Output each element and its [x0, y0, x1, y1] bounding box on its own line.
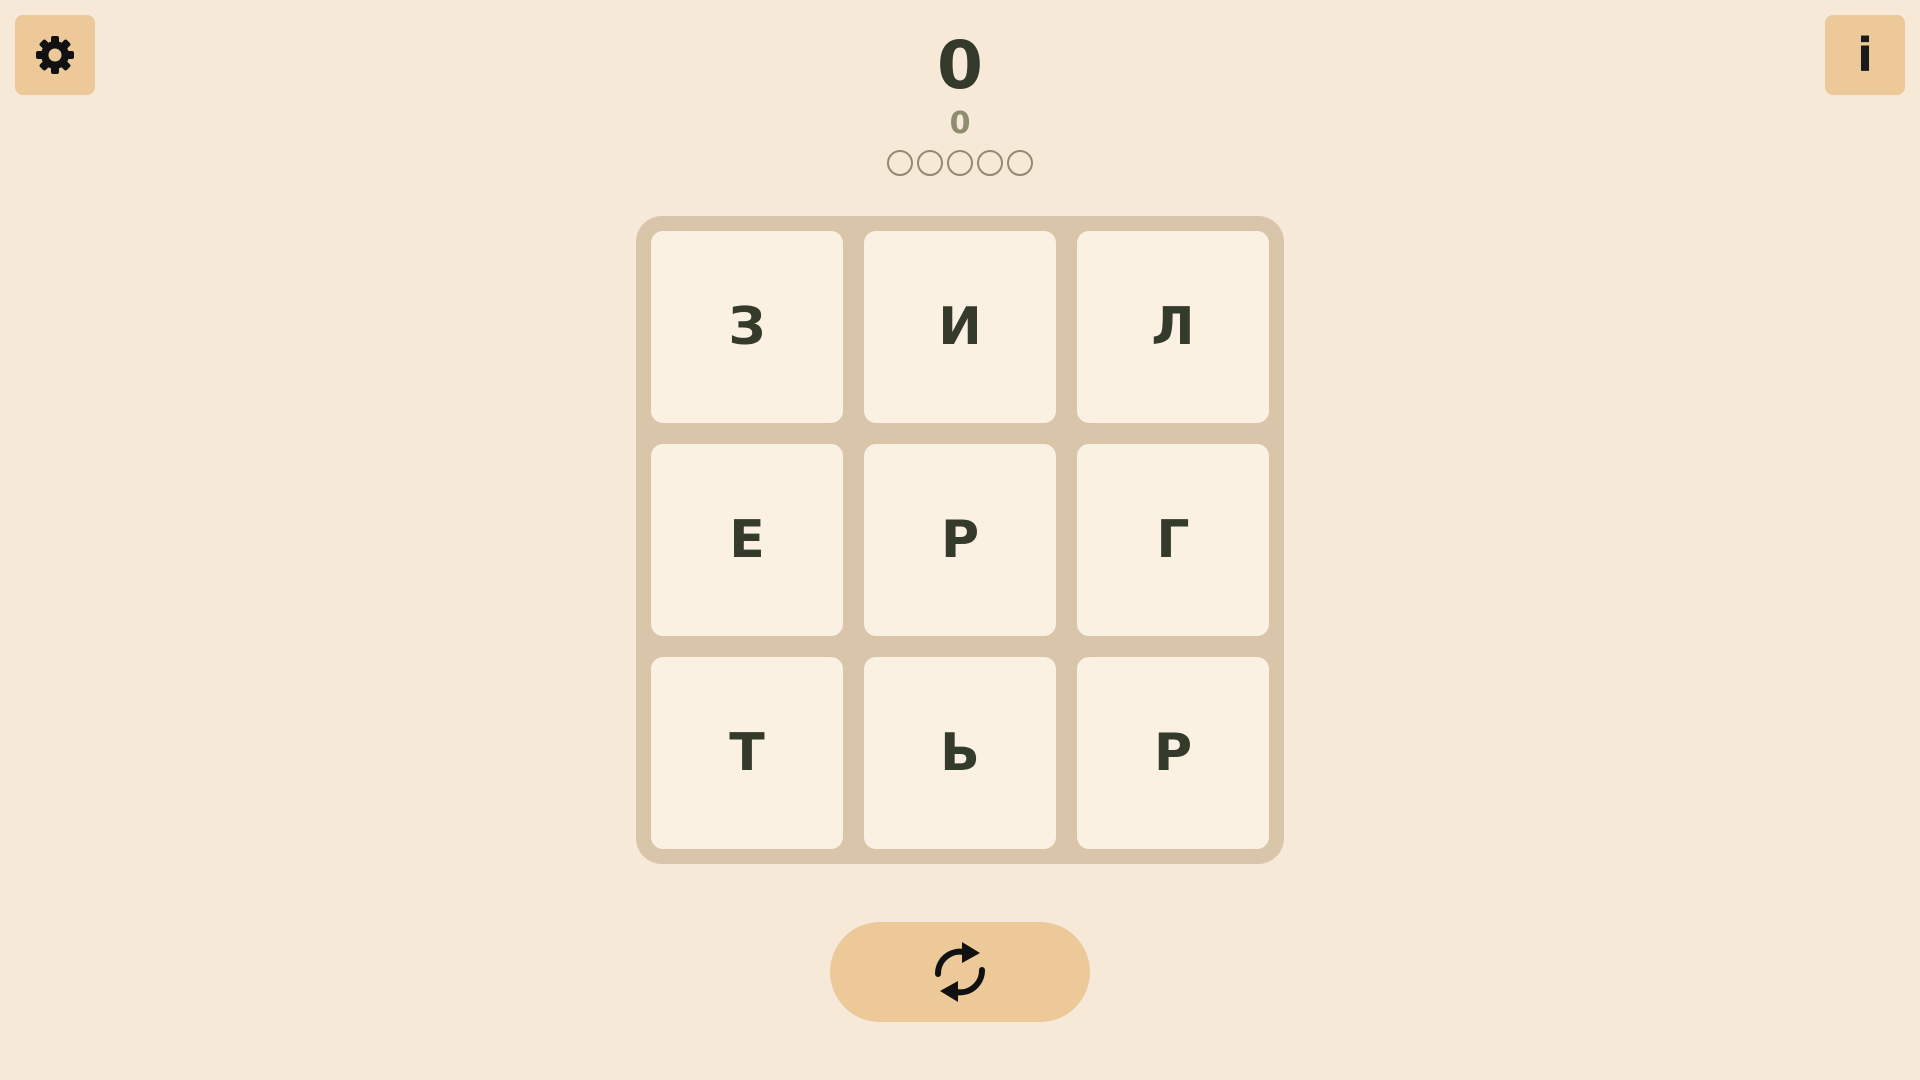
letter-tile[interactable]: З: [651, 231, 843, 423]
letter-tile[interactable]: Р: [1077, 657, 1269, 849]
letter-tile[interactable]: Л: [1077, 231, 1269, 423]
progress-dot: [917, 150, 943, 176]
progress-dot: [947, 150, 973, 176]
score-value: 0: [937, 27, 983, 104]
progress-dot: [887, 150, 913, 176]
letter-tile[interactable]: Т: [651, 657, 843, 849]
progress-dot: [1007, 150, 1033, 176]
shuffle-button[interactable]: [830, 922, 1090, 1022]
progress-dot: [977, 150, 1003, 176]
letter-tile[interactable]: И: [864, 231, 1056, 423]
letter-tile[interactable]: Г: [1077, 444, 1269, 636]
refresh-icon: [934, 942, 986, 1002]
game-screen: i 0 0 З И Л Е Р Г Т Ь Р: [0, 0, 1920, 1080]
progress-dots: [0, 150, 1920, 176]
letter-grid: З И Л Е Р Г Т Ь Р: [636, 216, 1284, 864]
letter-tile[interactable]: Ь: [864, 657, 1056, 849]
letter-tile[interactable]: Р: [864, 444, 1056, 636]
subscore-value: 0: [949, 106, 971, 141]
letter-tile[interactable]: Е: [651, 444, 843, 636]
